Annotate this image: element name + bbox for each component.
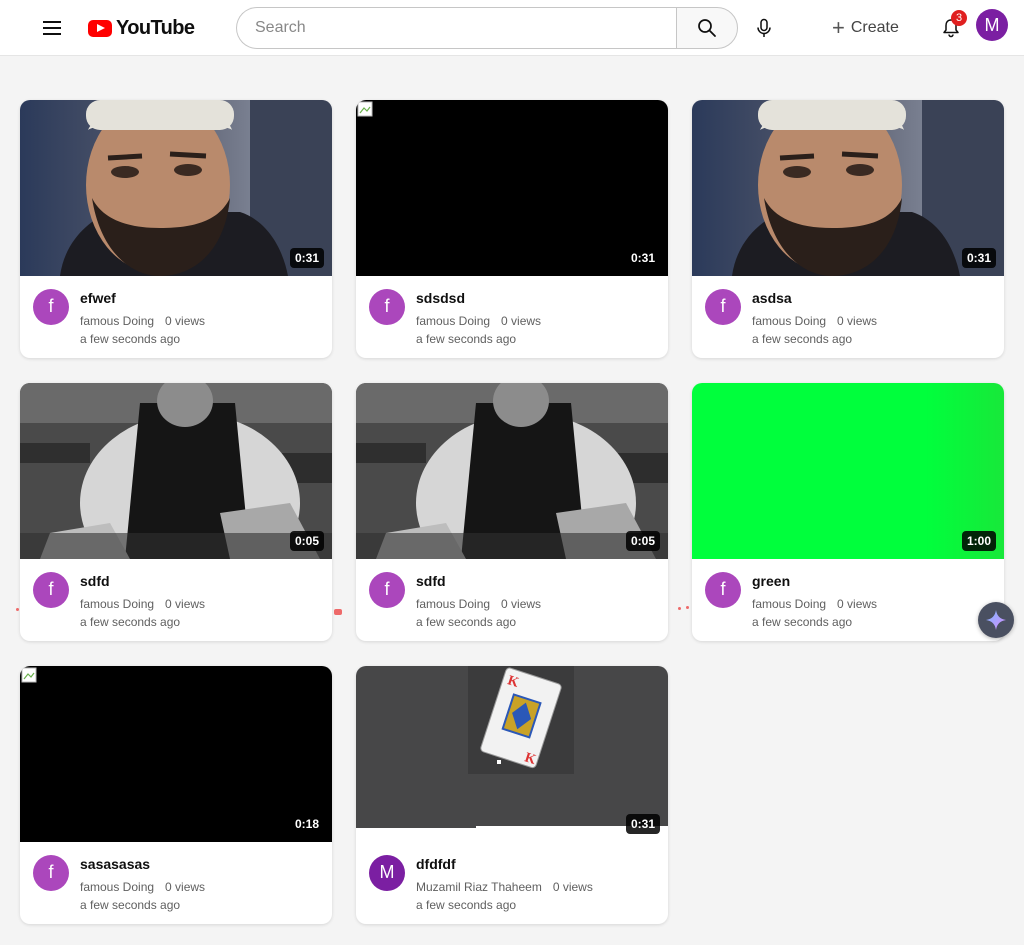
upload-age: a few seconds ago <box>416 615 517 629</box>
video-thumbnail[interactable]: K K 0:31 <box>356 666 668 842</box>
video-thumbnail[interactable]: 0:31 <box>692 100 1004 276</box>
video-card[interactable]: 0:05 f sdfd famous Doing 0 views a few second… <box>356 383 668 641</box>
video-thumbnail[interactable]: 0:05 <box>20 383 332 559</box>
upload-age: a few seconds ago <box>80 615 181 629</box>
upload-age: a few seconds ago <box>416 898 517 912</box>
channel-avatar[interactable]: f <box>33 572 69 608</box>
voice-search-button[interactable] <box>744 8 784 48</box>
upload-age: a few seconds ago <box>80 898 181 912</box>
view-count: 0 views <box>501 597 542 611</box>
video-title[interactable]: asdsa <box>752 290 792 306</box>
video-title[interactable]: sasasasas <box>80 856 150 872</box>
channel-name[interactable]: famous Doing <box>752 597 826 611</box>
channel-avatar[interactable]: f <box>369 289 405 325</box>
video-card[interactable]: 0:18 f sasasasas famous Doing 0 views a few s… <box>20 666 332 924</box>
create-button[interactable]: + Create <box>832 13 899 43</box>
search-icon <box>698 19 716 37</box>
video-title[interactable]: sdfd <box>416 573 446 589</box>
search-input[interactable] <box>253 8 657 48</box>
decor-dot <box>678 607 681 610</box>
video-card[interactable]: 0:05 f sdfd famous Doing 0 views a few second… <box>20 383 332 641</box>
view-count: 0 views <box>552 880 593 894</box>
search-button[interactable] <box>676 7 738 49</box>
duration-badge: 0:31 <box>625 248 660 268</box>
video-meta: famous Doing 0 views <box>416 314 541 328</box>
channel-name[interactable]: famous Doing <box>80 597 154 611</box>
video-meta: famous Doing 0 views <box>80 314 205 328</box>
create-label: Create <box>850 19 899 36</box>
view-count: 0 views <box>837 314 878 328</box>
video-meta: famous Doing 0 views <box>80 597 205 611</box>
channel-avatar[interactable]: f <box>33 855 69 891</box>
logo-text: YouTube <box>116 16 195 39</box>
search-box <box>236 7 677 49</box>
view-count: 0 views <box>837 597 878 611</box>
sparkle-icon <box>986 610 1006 630</box>
channel-avatar[interactable]: M <box>369 855 405 891</box>
video-meta: famous Doing 0 views <box>416 597 541 611</box>
duration-badge: 0:31 <box>961 248 996 268</box>
video-title[interactable]: sdsdsd <box>416 290 465 306</box>
video-title[interactable]: dfdfdf <box>416 856 456 872</box>
decor-dot <box>334 609 342 615</box>
upload-age: a few seconds ago <box>416 332 517 346</box>
decor-dot <box>686 606 689 609</box>
notifications-button[interactable]: 3 <box>938 10 967 42</box>
assistant-sparkle-button[interactable] <box>978 602 1014 638</box>
video-card[interactable]: 1:00 f green famous Doing 0 views a few secon… <box>692 383 1004 641</box>
view-count: 0 views <box>165 597 206 611</box>
broken-image-icon <box>357 101 373 117</box>
channel-name[interactable]: Muzamil Riaz Thaheem <box>416 880 542 894</box>
channel-avatar[interactable]: f <box>369 572 405 608</box>
duration-badge: 1:00 <box>961 531 996 551</box>
youtube-logo[interactable]: YouTube <box>88 16 195 39</box>
youtube-logo-icon <box>88 19 112 37</box>
video-card[interactable]: 0:31 f efwef famous Doing 0 views a few secon… <box>20 100 332 358</box>
video-thumbnail[interactable]: 0:05 <box>356 383 668 559</box>
video-meta: famous Doing 0 views <box>752 597 877 611</box>
video-card[interactable]: K K 0:31 Mdfdfdf Muzamil Riaz Thaheem 0 views… <box>356 666 668 924</box>
plus-icon: + <box>832 15 845 40</box>
video-meta: Muzamil Riaz Thaheem 0 views <box>416 880 593 894</box>
view-count: 0 views <box>165 314 206 328</box>
video-card[interactable]: 0:31 f sdsdsd famous Doing 0 views a few seco… <box>356 100 668 358</box>
duration-badge: 0:18 <box>289 814 324 834</box>
menu-icon[interactable] <box>36 12 68 44</box>
top-bar: YouTube + Create 3 M <box>0 0 1024 56</box>
duration-badge: 0:05 <box>289 531 324 551</box>
channel-name[interactable]: famous Doing <box>80 314 154 328</box>
video-thumbnail[interactable]: 0:18 <box>20 666 332 842</box>
upload-age: a few seconds ago <box>752 615 853 629</box>
video-thumbnail[interactable]: 0:31 <box>20 100 332 276</box>
decor-dot <box>16 608 19 611</box>
channel-name[interactable]: famous Doing <box>80 880 154 894</box>
channel-name[interactable]: famous Doing <box>416 597 490 611</box>
duration-badge: 0:05 <box>625 531 660 551</box>
video-meta: famous Doing 0 views <box>80 880 205 894</box>
video-title[interactable]: efwef <box>80 290 116 306</box>
view-count: 0 views <box>501 314 542 328</box>
broken-image-icon <box>21 667 37 683</box>
video-thumbnail[interactable]: 1:00 <box>692 383 1004 559</box>
user-avatar[interactable]: M <box>976 9 1008 41</box>
video-title[interactable]: sdfd <box>80 573 110 589</box>
channel-avatar[interactable]: f <box>33 289 69 325</box>
upload-age: a few seconds ago <box>752 332 853 346</box>
video-title[interactable]: green <box>752 573 790 589</box>
duration-badge: 0:31 <box>625 814 660 834</box>
mic-icon <box>757 18 771 37</box>
channel-name[interactable]: famous Doing <box>752 314 826 328</box>
upload-age: a few seconds ago <box>80 332 181 346</box>
channel-name[interactable]: famous Doing <box>416 314 490 328</box>
view-count: 0 views <box>165 880 206 894</box>
channel-avatar[interactable]: f <box>705 572 741 608</box>
channel-avatar[interactable]: f <box>705 289 741 325</box>
video-card[interactable]: 0:31 f asdsa famous Doing 0 views a few secon… <box>692 100 1004 358</box>
video-meta: famous Doing 0 views <box>752 314 877 328</box>
notification-badge: 3 <box>951 10 967 26</box>
duration-badge: 0:31 <box>289 248 324 268</box>
video-thumbnail[interactable]: 0:31 <box>356 100 668 276</box>
